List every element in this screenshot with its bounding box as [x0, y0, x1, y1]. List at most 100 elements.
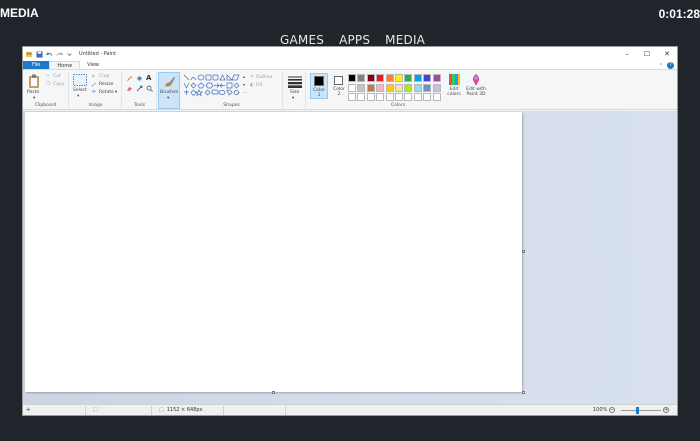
clipboard-group: Paste ▾ ✂ Cut ❐ Copy Clipboard — [23, 72, 69, 109]
eraser-icon[interactable] — [126, 85, 133, 92]
color-swatch[interactable] — [366, 93, 375, 101]
copy-icon: ❐ — [46, 82, 51, 87]
color-swatch[interactable] — [432, 83, 441, 92]
edit-colors-label: Edit colors — [447, 87, 461, 97]
color-swatch[interactable] — [376, 93, 385, 101]
color-swatch[interactable] — [376, 74, 385, 82]
edit-with-paint3d-label: Edit with Paint 3D — [466, 87, 486, 97]
text-tool-icon[interactable]: A — [146, 74, 151, 82]
select-icon[interactable] — [73, 74, 87, 86]
minimize-button[interactable]: – — [617, 47, 637, 61]
size-button[interactable]: Size ▾ — [284, 72, 306, 109]
clipboard-group-label: Clipboard — [34, 103, 57, 108]
color-swatch[interactable] — [413, 74, 422, 82]
customize-toolbar-chevron-icon[interactable] — [66, 51, 73, 58]
drawing-canvas[interactable] — [25, 112, 522, 392]
redo-icon[interactable] — [56, 51, 63, 58]
copy-button[interactable]: Copy — [53, 82, 64, 87]
rotate-button[interactable]: Rotate — [99, 90, 114, 95]
close-button[interactable]: ✕ — [657, 47, 677, 61]
magnifier-icon[interactable] — [146, 85, 153, 92]
zoom-in-button[interactable]: + — [663, 407, 669, 413]
size-dropdown-icon[interactable]: ▾ — [292, 96, 294, 101]
color-picker-icon[interactable] — [136, 85, 143, 92]
rotate-dropdown-icon[interactable]: ▾ — [115, 90, 117, 95]
color-swatch[interactable] — [385, 74, 394, 82]
nav-games[interactable]: GAMES — [280, 33, 324, 47]
tab-view[interactable]: View — [80, 61, 106, 69]
tools-group-label: Tools — [133, 103, 146, 108]
collapse-ribbon-chevron-icon[interactable]: ⌃ — [659, 63, 663, 69]
color-swatch[interactable] — [413, 93, 422, 101]
paste-dropdown-icon[interactable]: ▾ — [33, 96, 35, 101]
color-swatch[interactable] — [423, 93, 432, 101]
color1-swatch — [314, 76, 324, 86]
color-swatch[interactable] — [413, 83, 422, 92]
color-swatch[interactable] — [404, 74, 413, 82]
select-label[interactable]: Select — [73, 88, 87, 93]
brushes-button[interactable]: Brushes ▾ — [158, 72, 180, 109]
edit-with-paint3d-button[interactable]: Edit with Paint 3D — [464, 73, 488, 103]
console-clock: 0:01:28 — [658, 7, 700, 21]
tab-file[interactable]: File — [23, 61, 50, 69]
color-swatch[interactable] — [385, 93, 394, 101]
color-swatch[interactable] — [432, 74, 441, 82]
color-swatch[interactable] — [423, 83, 432, 92]
color-swatch[interactable] — [395, 93, 403, 101]
zoom-slider-thumb[interactable] — [636, 407, 639, 414]
tab-home[interactable]: Home — [49, 61, 81, 69]
shapes-more-icon[interactable]: ⋯ — [243, 90, 247, 95]
color-swatch[interactable] — [357, 93, 366, 101]
colors-group: Color 1 Color 2 Edit colors Edit with Pa… — [307, 72, 489, 109]
zoom-out-button[interactable]: − — [609, 407, 615, 413]
resize-handle-bottom[interactable] — [272, 391, 275, 394]
select-dropdown-icon[interactable]: ▾ — [77, 94, 79, 99]
canvas-size-display: ⬚ 1152 × 648px — [159, 407, 203, 413]
size-icon — [288, 76, 302, 88]
nav-media[interactable]: MEDIA — [385, 33, 425, 47]
pencil-icon[interactable] — [126, 75, 133, 82]
size-label: Size — [290, 90, 300, 95]
paste-icon[interactable] — [28, 74, 40, 88]
color-swatch[interactable] — [432, 93, 441, 101]
color-swatch[interactable] — [366, 74, 375, 82]
crop-button[interactable]: Crop — [99, 74, 110, 79]
zoom-slider-track[interactable] — [621, 410, 661, 411]
shapes-gallery[interactable] — [183, 74, 245, 100]
color-swatch[interactable] — [395, 83, 403, 92]
cut-button[interactable]: Cut — [53, 74, 61, 79]
color1-button[interactable]: Color 1 — [310, 73, 328, 99]
color-swatch[interactable] — [423, 74, 432, 82]
fill-bucket-icon[interactable] — [136, 75, 143, 82]
shapes-scroll-down-icon[interactable]: ▾ — [243, 82, 245, 87]
paste-label[interactable]: Paste — [27, 90, 39, 95]
save-icon[interactable] — [36, 50, 43, 58]
color-swatch[interactable] — [357, 83, 366, 92]
color-swatch[interactable] — [376, 83, 385, 92]
edit-colors-button[interactable]: Edit colors — [446, 73, 462, 103]
color-swatch[interactable] — [404, 83, 413, 92]
color-swatch[interactable] — [404, 93, 413, 101]
brushes-dropdown-icon[interactable]: ▾ — [167, 96, 169, 101]
color-swatch[interactable] — [357, 74, 366, 82]
canvas-workspace[interactable] — [23, 111, 677, 405]
undo-icon[interactable] — [46, 51, 53, 58]
color2-button[interactable]: Color 2 — [331, 73, 347, 99]
maximize-button[interactable]: ☐ — [637, 47, 657, 61]
resize-handle-right[interactable] — [522, 250, 525, 253]
color-swatch[interactable] — [348, 83, 356, 92]
canvas-size-icon: ⬚ — [159, 407, 164, 413]
color-swatch[interactable] — [395, 74, 403, 82]
color-swatch[interactable] — [385, 83, 394, 92]
color-swatch[interactable] — [348, 93, 356, 101]
help-icon[interactable]: ? — [667, 62, 674, 69]
shapes-scroll-up-icon[interactable]: ▴ — [243, 74, 245, 79]
selection-size-icon: ⬚ — [93, 407, 98, 413]
resize-button[interactable]: Resize — [99, 82, 113, 87]
nav-apps[interactable]: APPS — [339, 33, 370, 47]
color-swatch[interactable] — [348, 74, 356, 82]
outline-button[interactable]: Outline — [256, 75, 272, 80]
fill-button[interactable]: Fill — [256, 83, 262, 88]
color-swatch[interactable] — [366, 83, 375, 92]
resize-handle-corner[interactable] — [522, 391, 525, 394]
